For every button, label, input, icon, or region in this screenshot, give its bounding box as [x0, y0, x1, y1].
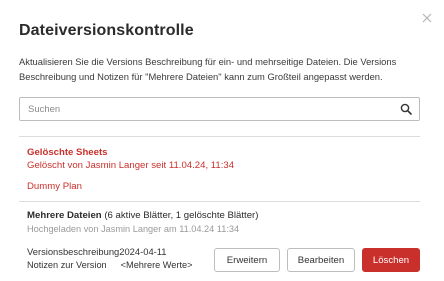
delete-button[interactable]: Löschen	[362, 248, 420, 272]
deleted-sheets-heading: Gelöschte Sheets	[27, 147, 108, 158]
multi-files-count: (6 aktive Blätter, 1 gelöschte Blätter)	[104, 210, 259, 221]
divider	[19, 136, 420, 137]
notes-value: <Mehrere Werte>	[120, 260, 193, 270]
search-input[interactable]	[20, 98, 390, 120]
search-icon[interactable]	[400, 103, 412, 115]
version-label: Versionsbeschreibung	[27, 246, 120, 257]
notes-label: Notizen zur Version	[27, 260, 107, 270]
deleted-sheet-item[interactable]: Dummy Plan	[27, 181, 82, 192]
search-box	[19, 97, 420, 121]
deleted-sheets-subtitle: Gelöscht von Jasmin Langer seit 11.04.24…	[27, 160, 235, 171]
expand-button[interactable]: Erweitern	[214, 248, 280, 272]
multi-files-uploaded: Hochgeladen von Jasmin Langer am 11.04.2…	[27, 224, 240, 234]
version-control-dialog: Dateiversionskontrolle Aktualisieren Sie…	[0, 0, 444, 281]
dialog-description: Aktualisieren Sie die Versions Beschreib…	[19, 56, 397, 82]
close-button[interactable]	[420, 11, 434, 25]
close-icon	[422, 13, 432, 23]
dialog-title: Dateiversionskontrolle	[19, 22, 194, 39]
divider	[19, 201, 420, 202]
multi-files-title: Mehrere Dateien	[27, 210, 102, 221]
edit-button[interactable]: Bearbeiten	[287, 248, 355, 272]
version-value: 2024-04-11	[119, 246, 167, 257]
version-description: Versionsbeschreibung2024-04-11	[27, 246, 167, 257]
version-notes: Notizen zur Version <Mehrere Werte>	[27, 260, 193, 270]
multi-files-heading: Mehrere Dateien (6 aktive Blätter, 1 gel…	[27, 210, 258, 221]
